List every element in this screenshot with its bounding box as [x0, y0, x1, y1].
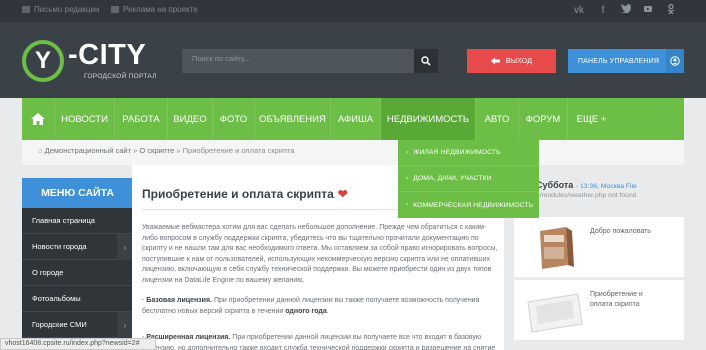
odnoklassniki-icon[interactable] — [664, 3, 678, 18]
nav-item-more[interactable]: ЕЩЕ + — [567, 98, 615, 140]
side-news-title[interactable]: Приобретение и оплата скрипта — [590, 290, 643, 310]
nav-item-news[interactable]: НОВОСТИ — [54, 98, 114, 140]
sidebar-item-home[interactable]: Главная страница — [22, 208, 133, 234]
dropdown-item-residential[interactable]: › ЖИЛАЯ НЕДВИЖИМОСТЬ — [398, 140, 539, 166]
nav-item-ads[interactable]: ОБЪЯВЛЕНИЯ — [254, 98, 330, 140]
home-button[interactable] — [22, 98, 54, 140]
user-icon[interactable] — [666, 49, 684, 73]
logo-subtitle: ГОРОДСКОЙ ПОРТАЛ — [84, 73, 157, 80]
sidebar-item-albums[interactable]: Фотоальбомы — [22, 286, 133, 312]
basic-license-paragraph: - Базовая лицензия. При приобретении дан… — [142, 297, 480, 315]
article-title: Приобретение и оплата скрипта ❤ — [142, 187, 348, 201]
sidebar-item-about-city[interactable]: О городе — [22, 260, 133, 286]
dropdown-item-houses[interactable]: › ДОМА, ДАЧИ, УЧАСТКИ — [398, 166, 539, 192]
dropdown-item-commercial[interactable]: › КОММЕРЧЕСКАЯ НЕДВИЖИМОСТЬ — [398, 192, 539, 218]
facebook-icon[interactable]: f — [596, 4, 610, 18]
weather-widget: Суббота - 13:36, Москва File — [536, 180, 637, 190]
home-icon — [31, 113, 45, 125]
paper-thumbnail — [522, 288, 588, 334]
extended-license-paragraph: - Расширенная лицензия. При приобретении… — [142, 334, 496, 350]
chevron-right-icon[interactable]: › — [117, 312, 133, 338]
sidebar-item-media[interactable]: Городские СМИ › — [22, 312, 133, 338]
realty-dropdown: › ЖИЛАЯ НЕДВИЖИМОСТЬ › ДОМА, ДАЧИ, УЧАСТКИ… — [398, 140, 539, 218]
chevron-right-icon: › — [406, 149, 409, 156]
nav-item-jobs[interactable]: РАБОТА — [114, 98, 167, 140]
side-news-card[interactable]: Добро пожаловать — [514, 217, 684, 277]
side-news-card[interactable]: Приобретение и оплата скрипта — [514, 280, 684, 340]
side-news-title[interactable]: Добро пожаловать — [590, 227, 651, 237]
twitter-icon[interactable] — [619, 4, 633, 18]
nav-item-auto[interactable]: АВТО — [475, 98, 518, 140]
vk-icon[interactable]: vk — [572, 4, 586, 18]
weather-error: e/modules/weather.php not found — [536, 192, 637, 199]
browser-status-url: vhost16408.cpsite.ru/index.php?newsid=2# — [0, 338, 156, 350]
page: Письмо редакции Реклама на проекте vk f … — [0, 0, 706, 350]
logo-text: -CITY — [68, 39, 147, 71]
logout-icon — [490, 57, 500, 65]
chevron-right-icon: › — [406, 175, 409, 182]
chevron-right-icon: › — [406, 202, 409, 208]
search-input[interactable]: Поиск по сайту... — [182, 49, 414, 73]
sidebar-menu: МЕНЮ САЙТА Главная страница Новости горо… — [22, 178, 133, 350]
article-intro: Уважаемые вебмастера хотим для вас сдела… — [142, 224, 498, 284]
breadcrumb-home[interactable]: Демонстрационный сайт — [45, 146, 131, 155]
home-small-icon: ⌂ — [38, 146, 43, 155]
product-box-thumbnail — [522, 225, 588, 271]
nav-item-video[interactable]: ВИДЕО — [167, 98, 212, 140]
youtube-icon[interactable] — [641, 4, 655, 18]
nav-item-realty[interactable]: НЕДВИЖИМОСТЬ — [380, 98, 475, 140]
ad-icon — [111, 6, 119, 13]
breadcrumb-about[interactable]: О скрипте — [139, 146, 174, 155]
sidebar-item-city-news[interactable]: Новости города › — [22, 234, 133, 260]
advertising-link[interactable]: Реклама на проекте — [111, 5, 198, 14]
heart-icon[interactable]: ❤ — [338, 187, 348, 201]
search-button[interactable] — [414, 49, 438, 73]
envelope-icon — [22, 6, 30, 13]
nav-item-photo[interactable]: ФОТО — [212, 98, 254, 140]
editor-letter-link[interactable]: Письмо редакции — [22, 5, 99, 14]
breadcrumb: ⌂ Демонстрационный сайт » О скрипте » Пр… — [22, 140, 684, 165]
search-icon — [421, 56, 431, 66]
main-nav: НОВОСТИ РАБОТА ВИДЕО ФОТО ОБЪЯВЛЕНИЯ АФИ… — [22, 98, 684, 140]
top-bar: Письмо редакции Реклама на проекте vk f — [0, 0, 706, 22]
logo-mark[interactable]: Y — [22, 40, 64, 82]
nav-item-forum[interactable]: ФОРУМ — [518, 98, 567, 140]
chevron-right-icon[interactable]: › — [117, 234, 133, 260]
breadcrumb-current: Приобретение и оплата скрипта — [182, 146, 295, 155]
logout-button[interactable]: ВЫХОД — [467, 49, 556, 73]
sidebar-heading: МЕНЮ САЙТА — [22, 178, 133, 208]
nav-item-events[interactable]: АФИША — [330, 98, 380, 140]
